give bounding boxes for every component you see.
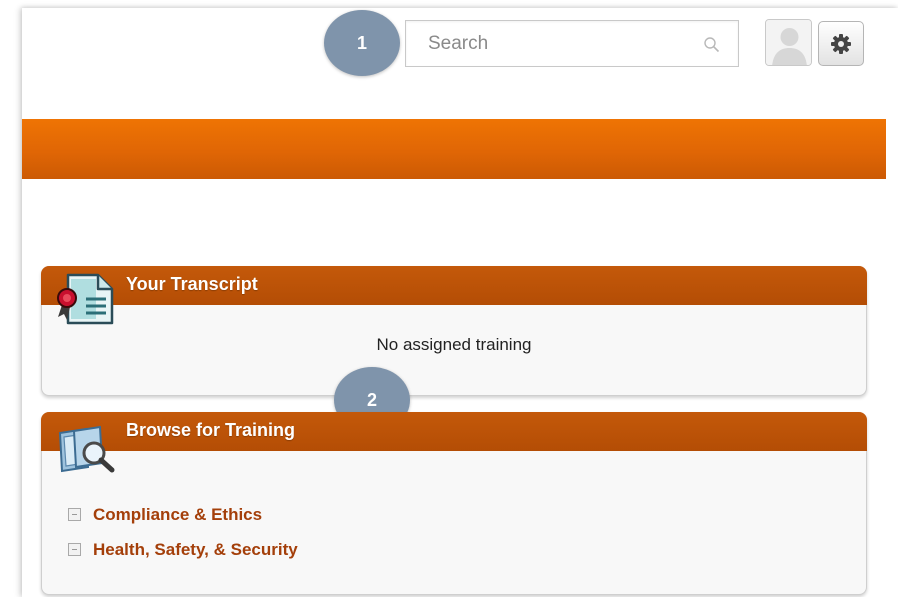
search-box[interactable] bbox=[405, 20, 739, 67]
search-input[interactable] bbox=[406, 21, 696, 66]
transcript-panel-header: Your Transcript bbox=[41, 266, 867, 305]
expand-icon[interactable] bbox=[68, 543, 81, 556]
callout-number: 1 bbox=[356, 32, 367, 53]
transcript-panel: Your Transcript No assigned training bbox=[41, 266, 867, 396]
callout-number: 2 bbox=[366, 389, 377, 410]
browse-panel-title: Browse for Training bbox=[126, 420, 296, 440]
catalog-search-icon bbox=[58, 425, 115, 473]
transcript-panel-title: Your Transcript bbox=[126, 274, 258, 294]
no-training-message: No assigned training bbox=[376, 335, 532, 354]
search-icon[interactable] bbox=[703, 36, 721, 54]
browse-panel-header: Browse for Training bbox=[41, 412, 867, 451]
category-label[interactable]: Compliance & Ethics bbox=[93, 505, 262, 525]
expand-icon[interactable] bbox=[68, 508, 81, 521]
avatar-silhouette-icon bbox=[766, 20, 811, 65]
orange-banner bbox=[22, 119, 886, 179]
user-avatar[interactable] bbox=[765, 19, 812, 66]
callout-badge-1: 1 bbox=[324, 10, 400, 76]
browse-panel: Browse for Training Compliance & Ethics … bbox=[41, 412, 867, 595]
category-list: Compliance & Ethics Health, Safety, & Se… bbox=[68, 497, 298, 567]
certificate-document-icon bbox=[57, 273, 114, 325]
category-item-compliance-ethics[interactable]: Compliance & Ethics bbox=[68, 497, 298, 532]
category-label[interactable]: Health, Safety, & Security bbox=[93, 540, 298, 560]
settings-button[interactable] bbox=[818, 21, 864, 66]
gear-icon bbox=[831, 33, 851, 54]
category-item-health-safety-security[interactable]: Health, Safety, & Security bbox=[68, 532, 298, 567]
